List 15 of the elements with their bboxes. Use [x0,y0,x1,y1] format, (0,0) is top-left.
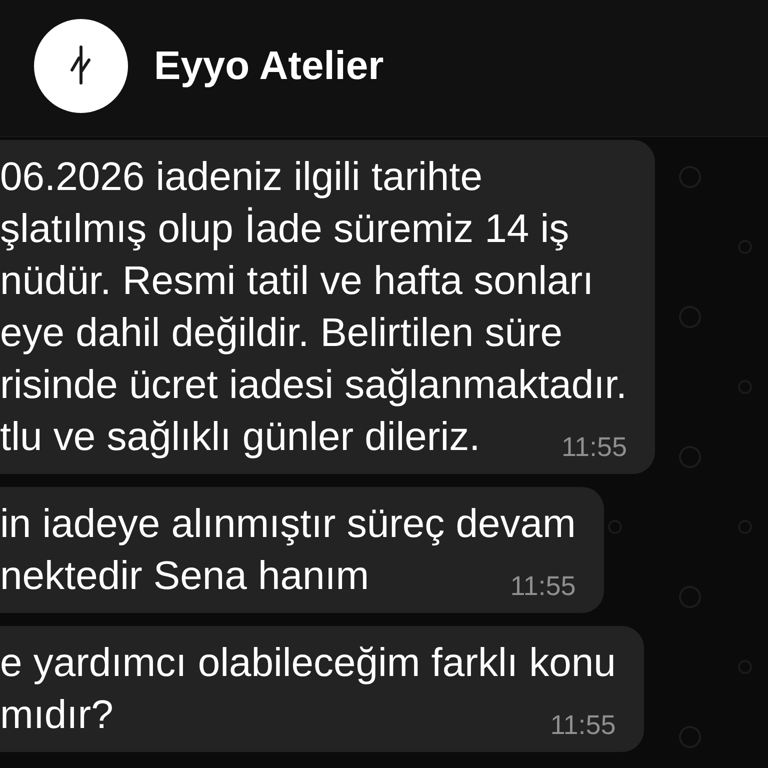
message-text: şlatılmış olup İade süremiz 14 iş [0,206,570,253]
message-text: e yardımcı olabileceğim farklı konu [0,640,616,687]
message-text: 06.2026 iadeniz ilgili tarihte [0,154,483,201]
message-text: eye dahil değildir. Belirtilen süre [0,310,563,357]
message-text: in iadeye alınmıştır süreç devam [0,501,576,548]
message-text: mıdır? [0,692,114,739]
message-time: 11:55 [561,432,627,463]
message-text: nüdür. Resmi tatil ve hafta sonları [0,258,594,305]
message-time: 11:55 [550,710,616,741]
message-text: tlu ve sağlıklı günler dileriz. [0,414,480,461]
avatar-logo-icon[interactable] [34,19,128,113]
message-time: 11:55 [510,571,576,602]
message-text: nektedir Sena hanım [0,553,370,600]
message-text: risinde ücret iadesi sağlanmaktadır. [0,362,627,409]
contact-name[interactable]: Eyyo Atelier [154,43,384,89]
